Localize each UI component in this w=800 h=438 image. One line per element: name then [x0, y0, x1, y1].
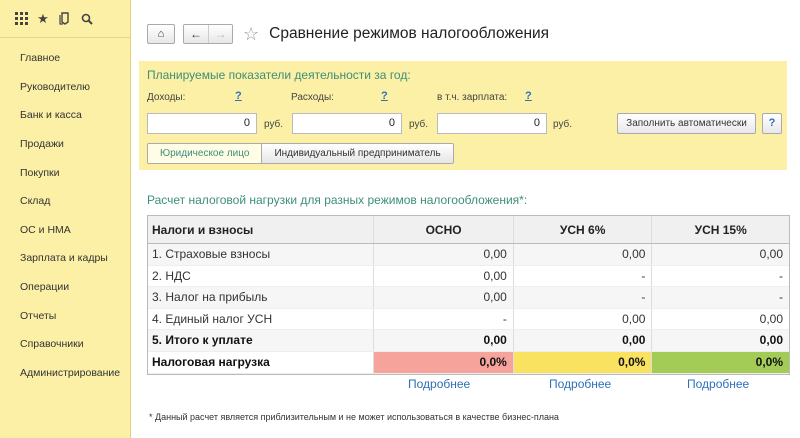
- row-usn15: -: [651, 265, 789, 286]
- sidebar-item-reports[interactable]: Отчеты: [0, 301, 130, 330]
- home-icon: ⌂: [157, 28, 165, 40]
- sidebar-item-bank[interactable]: Банк и касса: [0, 101, 130, 130]
- row-name: 1. Страховые взносы: [152, 247, 271, 262]
- salary-field[interactable]: 0: [437, 113, 547, 134]
- income-label: Доходы:: [147, 92, 186, 103]
- tax-load-row: Налоговая нагрузка 0,0% 0,0% 0,0%: [148, 351, 789, 374]
- expense-help-link[interactable]: ?: [381, 90, 388, 102]
- sidebar-menu: Главное Руководителю Банк и касса Продаж…: [0, 38, 130, 387]
- header-osno: ОСНО: [373, 216, 513, 243]
- row-usn15: 0,00: [651, 308, 789, 329]
- tax-load-usn15: 0,0%: [651, 351, 789, 373]
- table-row: 2. НДС 0,00 - -: [148, 265, 789, 287]
- title-bar: ⌂ ← → ☆ Сравнение режимов налогообложени…: [147, 22, 549, 46]
- row-usn6: -: [512, 287, 652, 308]
- salary-label: в т.ч. зарплата:: [437, 92, 508, 103]
- total-row: 5. Итого к уплате 0,00 0,00 0,00: [148, 330, 789, 352]
- row-usn6: 0,00: [512, 308, 652, 329]
- sidebar-item-warehouse[interactable]: Склад: [0, 187, 130, 216]
- calc-title: Расчет налоговой нагрузки для разных реж…: [147, 193, 528, 207]
- sidebar-item-assets[interactable]: ОС и НМА: [0, 216, 130, 245]
- table-row: 3. Налог на прибыль 0,00 - -: [148, 287, 789, 309]
- row-osno: -: [373, 308, 513, 329]
- back-button[interactable]: ←: [184, 25, 208, 43]
- tax-load-name: Налоговая нагрузка: [152, 355, 270, 369]
- tax-load-usn6: 0,0%: [512, 351, 652, 373]
- total-name: 5. Итого к уплате: [152, 333, 253, 348]
- header-taxes: Налоги и взносы: [152, 222, 254, 237]
- total-usn15: 0,00: [651, 330, 789, 351]
- row-name: 4. Единый налог УСН: [152, 311, 273, 326]
- row-usn6: 0,00: [512, 244, 652, 265]
- sidebar-item-directories[interactable]: Справочники: [0, 330, 130, 359]
- sidebar-item-administration[interactable]: Администрирование: [0, 359, 130, 388]
- row-osno: 0,00: [373, 287, 513, 308]
- more-link-osno[interactable]: Подробнее: [408, 377, 470, 391]
- sidebar-toolbar: ★: [0, 0, 130, 38]
- footnote: * Данный расчет является приблизительным…: [149, 412, 559, 422]
- main-area: ⌂ ← → ☆ Сравнение режимов налогообложени…: [131, 0, 800, 438]
- entity-type-switch: Юридическое лицо Индивидуальный предприн…: [147, 143, 454, 164]
- sidebar-item-payroll[interactable]: Зарплата и кадры: [0, 244, 130, 273]
- row-osno: 0,00: [373, 244, 513, 265]
- expense-label: Расходы:: [291, 92, 334, 103]
- help-button[interactable]: ?: [762, 113, 782, 134]
- row-name: 3. Налог на прибыль: [152, 290, 268, 305]
- history-icon[interactable]: [54, 8, 76, 30]
- sidebar-item-main[interactable]: Главное: [0, 44, 130, 73]
- search-icon[interactable]: [76, 8, 98, 30]
- plan-panel: Планируемые показатели деятельности за г…: [139, 61, 787, 170]
- row-name: 2. НДС: [152, 268, 191, 283]
- arrow-left-icon: ←: [190, 27, 202, 41]
- expense-field[interactable]: 0: [292, 113, 402, 134]
- nav-buttons: ← →: [183, 24, 233, 44]
- salary-currency: руб.: [553, 119, 573, 130]
- favorite-star-icon[interactable]: ☆: [243, 24, 259, 45]
- sidebar-item-manager[interactable]: Руководителю: [0, 73, 130, 102]
- fill-automatically-button[interactable]: Заполнить автоматически: [617, 113, 756, 134]
- grid-icon[interactable]: [10, 8, 32, 30]
- plan-title: Планируемые показатели деятельности за г…: [147, 68, 411, 82]
- expense-currency: руб.: [409, 119, 429, 130]
- page-title: Сравнение режимов налогообложения: [269, 25, 550, 42]
- income-help-link[interactable]: ?: [235, 90, 242, 102]
- table-row: 4. Единый налог УСН - 0,00 0,00: [148, 308, 789, 330]
- sidebar-item-sales[interactable]: Продажи: [0, 130, 130, 159]
- tax-comparison-table: Налоги и взносы ОСНО УСН 6% УСН 15% 1. С…: [147, 215, 790, 375]
- star-icon[interactable]: ★: [32, 8, 54, 30]
- table-header: Налоги и взносы ОСНО УСН 6% УСН 15%: [148, 216, 789, 244]
- income-currency: руб.: [264, 119, 284, 130]
- row-usn15: 0,00: [651, 244, 789, 265]
- table-row: 1. Страховые взносы 0,00 0,00 0,00: [148, 244, 789, 266]
- entity-individual-option[interactable]: Индивидуальный предприниматель: [262, 144, 453, 163]
- more-link-usn15[interactable]: Подробнее: [687, 377, 749, 391]
- arrow-right-icon: →: [214, 27, 227, 41]
- sidebar-item-operations[interactable]: Операции: [0, 273, 130, 302]
- total-usn6: 0,00: [512, 330, 652, 351]
- forward-button[interactable]: →: [208, 25, 232, 43]
- header-usn6: УСН 6%: [512, 216, 652, 243]
- table-body: 1. Страховые взносы 0,00 0,00 0,00 2. НД…: [148, 244, 789, 374]
- row-usn15: -: [651, 287, 789, 308]
- tax-load-osno: 0,0%: [373, 351, 513, 373]
- entity-legal-option[interactable]: Юридическое лицо: [148, 144, 263, 163]
- income-field[interactable]: 0: [147, 113, 257, 134]
- row-osno: 0,00: [373, 265, 513, 286]
- sidebar: ★ Главное Руководителю Банк и касса Прод…: [0, 0, 131, 438]
- salary-help-link[interactable]: ?: [525, 90, 532, 102]
- total-osno: 0,00: [373, 330, 513, 351]
- home-button[interactable]: ⌂: [147, 24, 175, 44]
- header-usn15: УСН 15%: [651, 216, 789, 243]
- more-link-usn6[interactable]: Подробнее: [549, 377, 611, 391]
- sidebar-item-purchases[interactable]: Покупки: [0, 158, 130, 187]
- row-usn6: -: [512, 265, 652, 286]
